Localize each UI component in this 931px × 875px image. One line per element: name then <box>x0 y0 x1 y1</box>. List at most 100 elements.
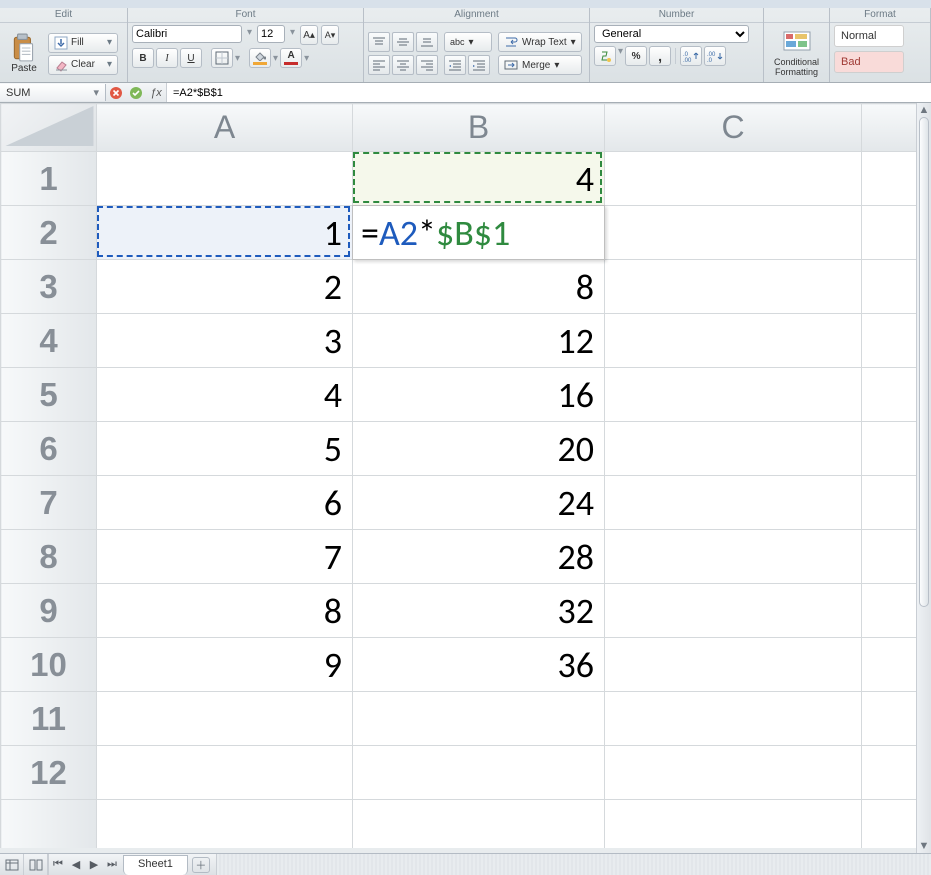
grow-font-button[interactable]: A▴ <box>300 25 318 45</box>
cell-B5[interactable]: 16 <box>353 368 605 422</box>
cell-A4[interactable]: 3 <box>97 314 353 368</box>
row-header-9[interactable]: 9 <box>1 584 97 638</box>
caret-icon[interactable]: ▾ <box>245 25 254 45</box>
font-family-select[interactable] <box>132 25 242 43</box>
cell-A8[interactable]: 7 <box>97 530 353 584</box>
formula-input[interactable] <box>166 83 931 102</box>
caret-icon[interactable]: ▾ <box>288 25 297 45</box>
align-right-button[interactable] <box>416 55 438 75</box>
cell-B7[interactable]: 24 <box>353 476 605 530</box>
cell-C8[interactable] <box>605 530 862 584</box>
cell-B8[interactable]: 28 <box>353 530 605 584</box>
cell-B12[interactable] <box>353 746 605 800</box>
caret-icon[interactable]: ▾ <box>618 46 623 66</box>
sheet-first-button[interactable]: ⏮ <box>49 858 67 871</box>
align-top-button[interactable] <box>368 32 390 52</box>
sheet-next-button[interactable]: ▶ <box>85 858 103 871</box>
cell-B11[interactable] <box>353 692 605 746</box>
row-header-3[interactable]: 3 <box>1 260 97 314</box>
style-normal[interactable]: Normal <box>834 25 904 47</box>
cell-C12[interactable] <box>605 746 862 800</box>
wrap-text-button[interactable]: Wrap Text▾ <box>498 32 582 52</box>
font-size-select[interactable] <box>257 25 285 43</box>
fill-button[interactable]: Fill ▾ <box>48 33 118 53</box>
view-normal-button[interactable] <box>0 854 24 875</box>
cell-C4[interactable] <box>605 314 862 368</box>
column-header-B[interactable]: B <box>353 104 605 152</box>
cell-A7[interactable]: 6 <box>97 476 353 530</box>
indent-increase-button[interactable] <box>468 55 490 75</box>
comma-button[interactable]: , <box>649 46 671 66</box>
cell-C7[interactable] <box>605 476 862 530</box>
cell-editor[interactable]: =A2*$B$1 <box>352 205 605 260</box>
cell-A5[interactable]: 4 <box>97 368 353 422</box>
clear-button[interactable]: Clear ▾ <box>48 55 118 75</box>
fx-button[interactable]: ƒx <box>146 83 166 103</box>
cell-A9[interactable]: 8 <box>97 584 353 638</box>
font-color-button[interactable]: A <box>280 48 302 68</box>
indent-decrease-button[interactable] <box>444 55 466 75</box>
cell-C11[interactable] <box>605 692 862 746</box>
cell-A1[interactable] <box>97 152 353 206</box>
decrease-decimal-button[interactable]: .00.0 <box>704 46 726 66</box>
align-bottom-button[interactable] <box>416 32 438 52</box>
paste-button[interactable]: Paste <box>4 26 44 82</box>
caret-icon[interactable]: ▾ <box>273 53 278 64</box>
add-sheet-button[interactable]: ＋ <box>192 857 210 873</box>
cell-A6[interactable]: 5 <box>97 422 353 476</box>
row-header-5[interactable]: 5 <box>1 368 97 422</box>
cell-C5[interactable] <box>605 368 862 422</box>
row-header-10[interactable]: 10 <box>1 638 97 692</box>
percent-button[interactable]: % <box>625 46 647 66</box>
row-header-12[interactable]: 12 <box>1 746 97 800</box>
name-box[interactable]: SUM ▾ <box>0 84 106 101</box>
row-header-8[interactable]: 8 <box>1 530 97 584</box>
sheet-tab-sheet1[interactable]: Sheet1 <box>123 855 188 875</box>
row-header-1[interactable]: 1 <box>1 152 97 206</box>
row-header-6[interactable]: 6 <box>1 422 97 476</box>
orientation-button[interactable]: abc▾ <box>444 32 492 52</box>
vertical-scrollbar[interactable]: ▲ ▼ <box>916 103 931 853</box>
row-header-2[interactable]: 2 <box>1 206 97 260</box>
cell-C6[interactable] <box>605 422 862 476</box>
cell-C9[interactable] <box>605 584 862 638</box>
row-header-7[interactable]: 7 <box>1 476 97 530</box>
column-header-C[interactable]: C <box>605 104 862 152</box>
shrink-font-button[interactable]: A▾ <box>321 25 339 45</box>
cell-B6[interactable]: 20 <box>353 422 605 476</box>
caret-icon[interactable]: ▾ <box>235 53 240 64</box>
cell-A3[interactable]: 2 <box>97 260 353 314</box>
italic-button[interactable]: I <box>156 48 178 68</box>
cell-C2[interactable] <box>605 206 862 260</box>
cell-C3[interactable] <box>605 260 862 314</box>
cell-A11[interactable] <box>97 692 353 746</box>
bold-button[interactable]: B <box>132 48 154 68</box>
conditional-formatting-button[interactable]: Conditional Formatting <box>774 31 819 77</box>
hscroll-track[interactable] <box>216 854 931 875</box>
sheet-prev-button[interactable]: ◀ <box>67 858 85 871</box>
scroll-down-arrow[interactable]: ▼ <box>917 839 931 853</box>
cell-C10[interactable] <box>605 638 862 692</box>
cell-B4[interactable]: 12 <box>353 314 605 368</box>
cell-B2-editing[interactable]: =A2*$B$1 <box>353 206 605 260</box>
align-middle-button[interactable] <box>392 32 414 52</box>
cell-B3[interactable]: 8 <box>353 260 605 314</box>
cell-B9[interactable]: 32 <box>353 584 605 638</box>
scroll-thumb[interactable] <box>919 117 929 607</box>
scroll-up-arrow[interactable]: ▲ <box>917 103 931 117</box>
view-page-layout-button[interactable] <box>24 854 48 875</box>
row-header-11[interactable]: 11 <box>1 692 97 746</box>
align-left-button[interactable] <box>368 55 390 75</box>
sheet-last-button[interactable]: ⏭ <box>103 858 121 871</box>
spreadsheet-grid[interactable]: A B C 1 4 2 1 =A2*$B$1 328 4312 5416 652… <box>0 103 931 848</box>
cell-A2[interactable]: 1 <box>97 206 353 260</box>
select-all-corner[interactable] <box>1 104 97 152</box>
number-format-select[interactable]: General <box>594 25 749 43</box>
caret-icon[interactable]: ▾ <box>304 53 309 64</box>
cell-A12[interactable] <box>97 746 353 800</box>
fill-color-button[interactable] <box>249 48 271 68</box>
borders-button[interactable] <box>211 48 233 68</box>
column-header-A[interactable]: A <box>97 104 353 152</box>
style-bad[interactable]: Bad <box>834 51 904 73</box>
row-header-extra[interactable] <box>1 800 97 849</box>
